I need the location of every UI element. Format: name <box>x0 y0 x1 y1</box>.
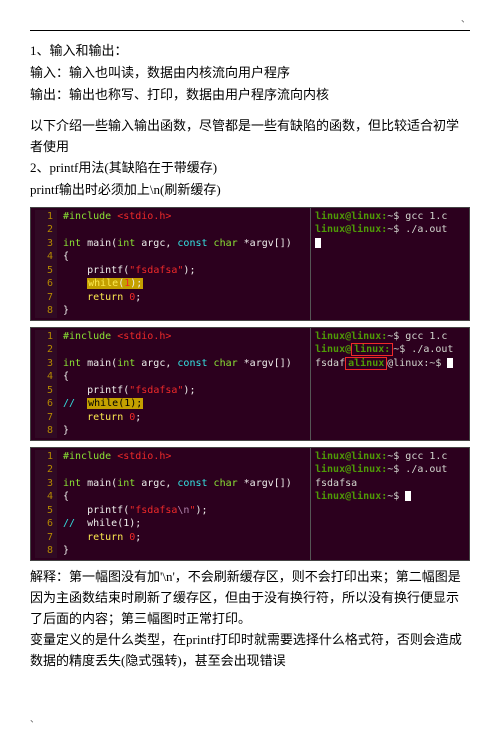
editor-pane: 1#include <stdio.h> 2 3int main(int argc… <box>31 328 310 440</box>
page-marker-bottom: 、 <box>30 712 470 726</box>
intro-line-6: printf输出时必须加上\n(刷新缓存) <box>30 180 470 201</box>
code-block-3: 1#include <stdio.h> 2 3int main(int argc… <box>30 447 470 561</box>
terminal-pane: linux@linux:~$ gcc 1.c linux@linux:~$ ./… <box>310 448 469 560</box>
code-block-1: 1#include <stdio.h> 2 3int main(int argc… <box>30 207 470 321</box>
intro-line-1: 1、输入和输出： <box>30 41 470 62</box>
intro-line-5: 2、printf用法(其缺陷在于带缓存) <box>30 158 470 179</box>
terminal-pane: linux@linux:~$ gcc 1.c linux@linux:~$ ./… <box>310 208 469 320</box>
editor-pane: 1#include <stdio.h> 2 3int main(int argc… <box>31 208 310 320</box>
terminal-pane: linux@linux:~$ gcc 1.c linux@linux:~$ ./… <box>310 328 469 440</box>
page-marker-top: 、 <box>30 12 470 26</box>
editor-pane: 1#include <stdio.h> 2 3int main(int argc… <box>31 448 310 560</box>
intro-line-3: 输出：输出也称写、打印，数据由用户程序流向内核 <box>30 85 470 106</box>
cursor-icon <box>405 491 411 501</box>
cursor-icon <box>447 358 453 368</box>
outro-line-2: 变量定义的是什么类型，在printf打印时就需要选择什么格式符，否则会造成数据的… <box>30 630 470 672</box>
code-block-2: 1#include <stdio.h> 2 3int main(int argc… <box>30 327 470 441</box>
outro-line-1: 解释：第一幅图没有加'\n'，不会刷新缓存区，则不会打印出来；第二幅图是因为主函… <box>30 567 470 629</box>
cursor-icon <box>315 238 321 248</box>
intro-line-4: 以下介绍一些输入输出函数，尽管都是一些有缺陷的函数，但比较适合初学者使用 <box>30 116 470 158</box>
intro-line-2: 输入：输入也叫读，数据由内核流向用户程序 <box>30 63 470 84</box>
header-rule <box>30 30 470 31</box>
